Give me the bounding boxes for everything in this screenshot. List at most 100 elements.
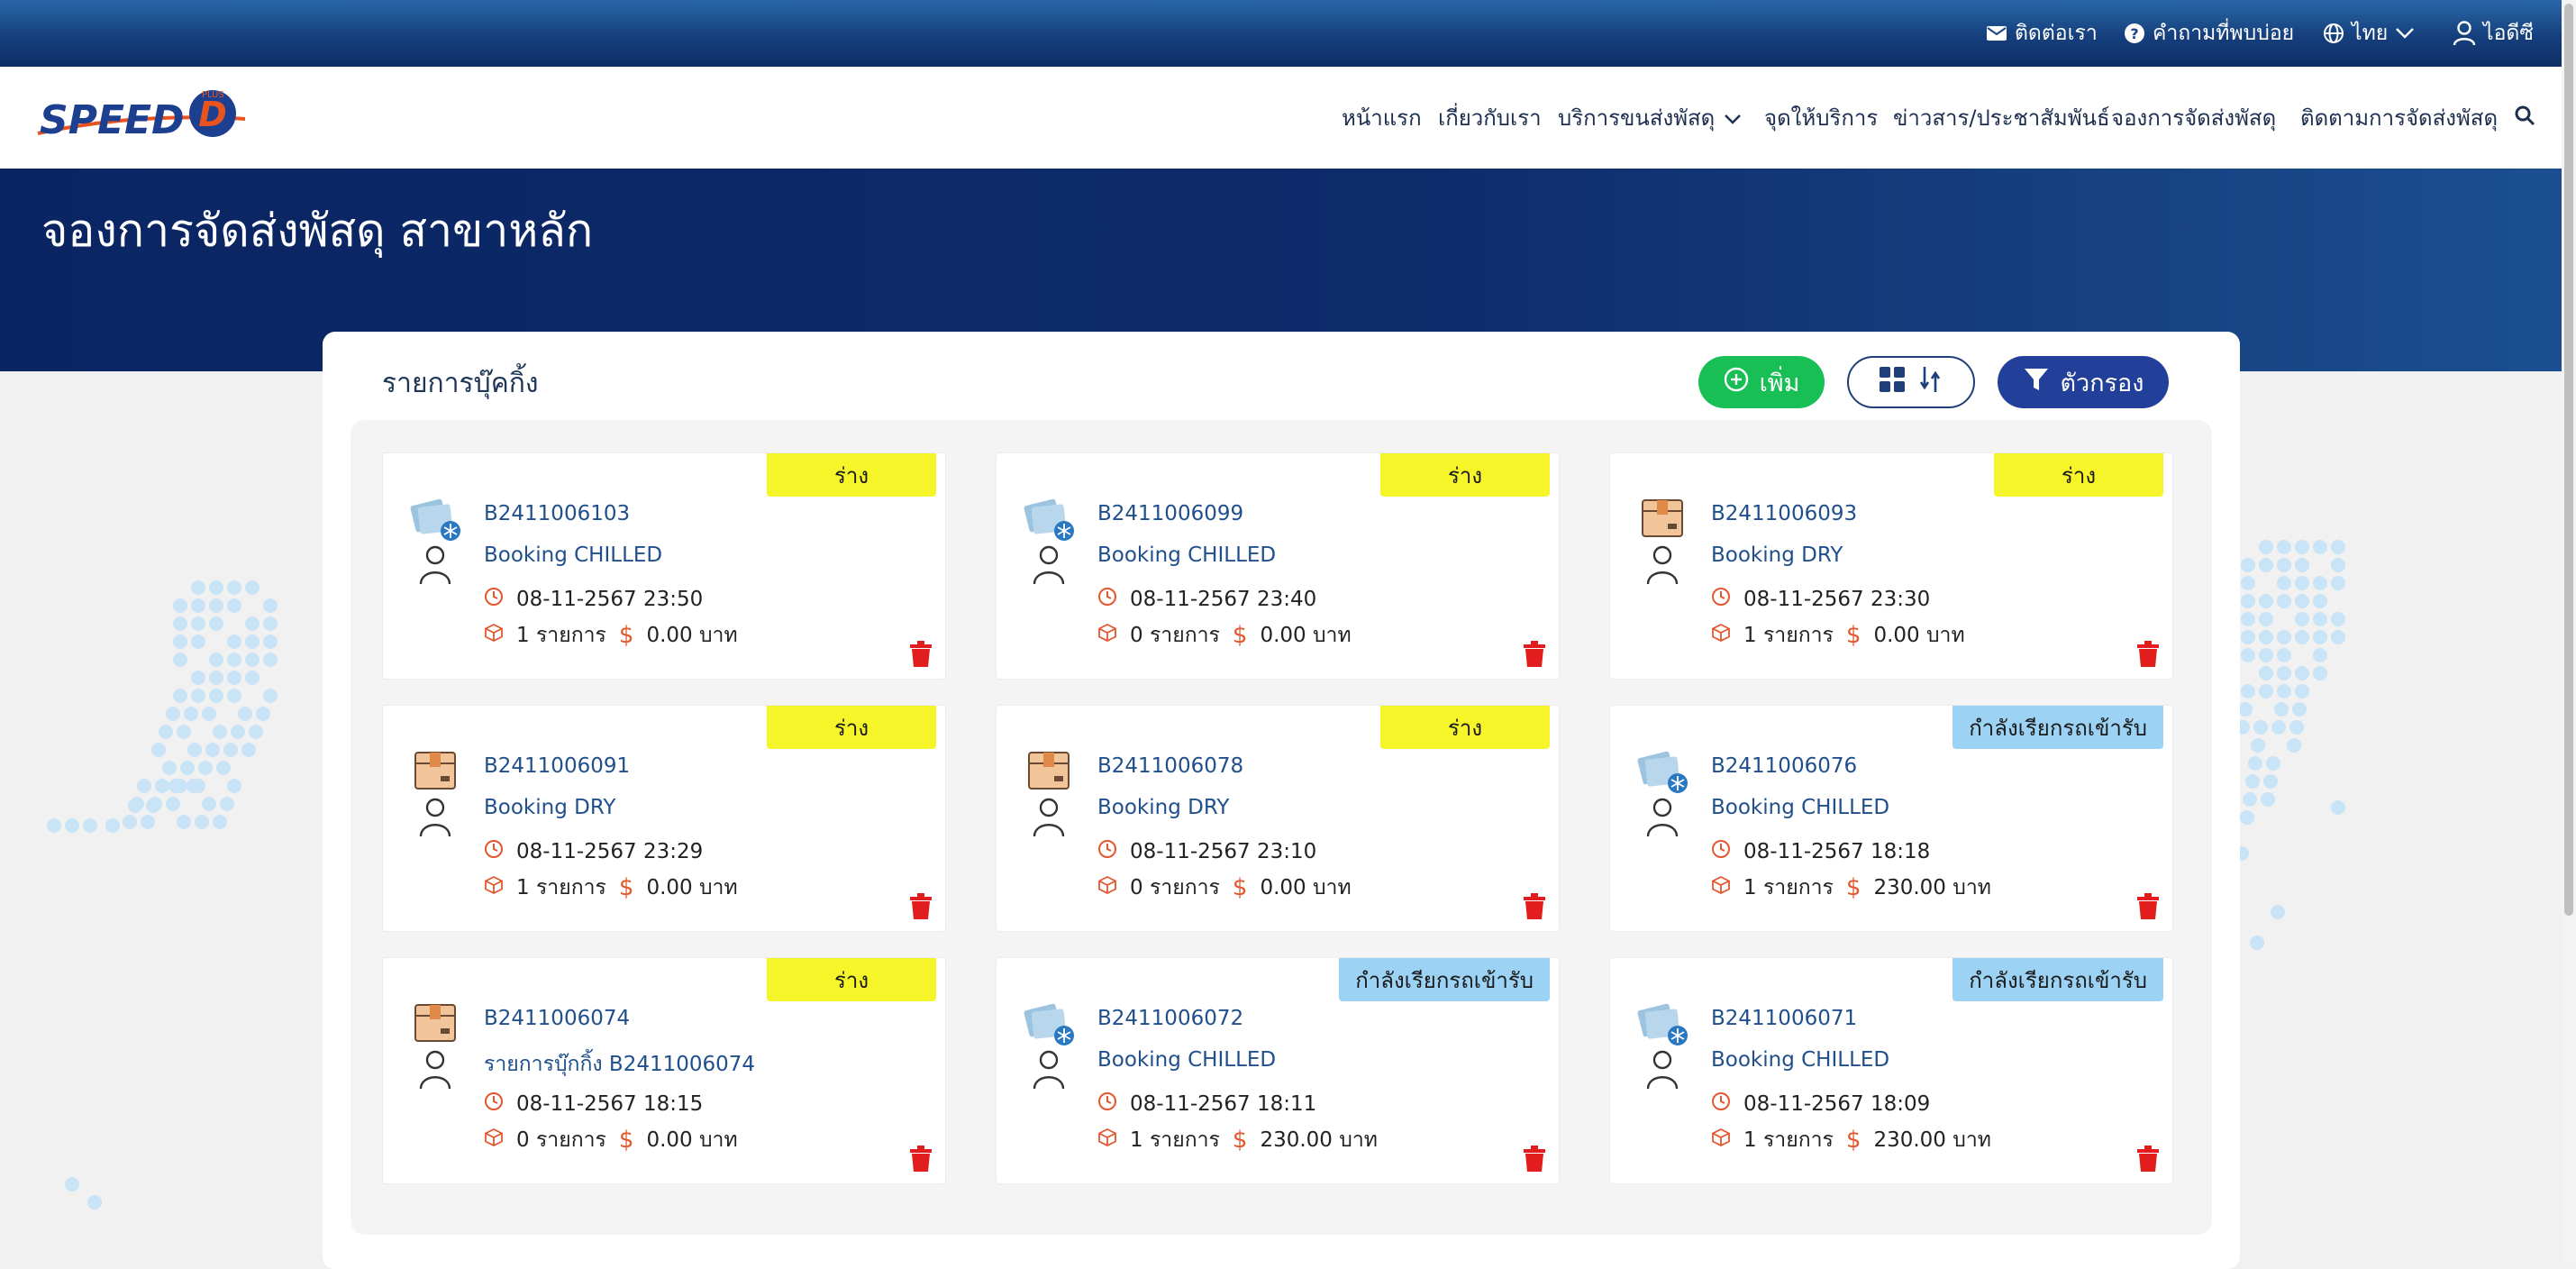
nav-home-label: หน้าแรก bbox=[1342, 105, 1422, 131]
nav-news[interactable]: ข่าวสาร/ประชาสัมพันธ์ bbox=[1893, 67, 2110, 169]
add-booking-label: เพิ่ม bbox=[1759, 369, 1800, 397]
booking-datetime-row: 08-11-2567 18:18 bbox=[1711, 839, 1930, 864]
chevron-down-icon bbox=[2395, 27, 2415, 40]
booking-datetime: 08-11-2567 23:50 bbox=[516, 588, 704, 611]
trash-icon bbox=[1523, 893, 1546, 924]
booking-summary-row: 0 รายการ $ 0.00 บาท bbox=[1097, 872, 1352, 904]
booking-card[interactable]: ร่าง B2411006093 Booking DRY 08-11-2567 … bbox=[1609, 452, 2173, 680]
booking-card[interactable]: ร่าง B2411006074 รายการบุ๊กกิ้ง B2411006… bbox=[382, 957, 946, 1184]
booking-datetime-row: 08-11-2567 23:50 bbox=[484, 587, 703, 612]
booking-number[interactable]: B2411006093 bbox=[1711, 502, 1857, 525]
svg-text:?: ? bbox=[2130, 25, 2138, 42]
delete-booking-button[interactable] bbox=[1523, 641, 1546, 668]
booking-card[interactable]: กำลังเรียกรถเข้ารับ B2411006071 Booking … bbox=[1609, 957, 2173, 1184]
booking-type: รายการบุ๊กกิ้ง B2411006074 bbox=[484, 1053, 756, 1076]
booking-number[interactable]: B2411006091 bbox=[484, 754, 630, 778]
booking-type: Booking DRY bbox=[1097, 796, 1230, 819]
booking-summary-row: 1 รายการ $ 230.00 บาท bbox=[1711, 1124, 1991, 1156]
booking-datetime: 08-11-2567 23:29 bbox=[516, 840, 704, 863]
box-icon bbox=[1711, 623, 1731, 648]
contact-link[interactable]: ติดต่อเรา bbox=[1986, 0, 2098, 67]
booking-card[interactable]: ร่าง B2411006099 Booking CHILLED 08-11-2… bbox=[996, 452, 1560, 680]
booking-datetime-row: 08-11-2567 18:15 bbox=[484, 1091, 703, 1117]
booking-number[interactable]: B2411006078 bbox=[1097, 754, 1243, 778]
trash-icon bbox=[1523, 641, 1546, 671]
nav-service-points-label: จุดให้บริการ bbox=[1764, 105, 1879, 131]
status-badge: กำลังเรียกรถเข้ารับ bbox=[1952, 706, 2163, 749]
booking-item-count: 1 รายการ bbox=[1743, 624, 1834, 647]
status-badge: ร่าง bbox=[1994, 453, 2163, 497]
booking-card[interactable]: ร่าง B2411006078 Booking DRY 08-11-2567 … bbox=[996, 705, 1560, 932]
booking-datetime: 08-11-2567 18:18 bbox=[1743, 840, 1931, 863]
booking-type: Booking CHILLED bbox=[1097, 1048, 1277, 1072]
nav-services[interactable]: บริการขนส่งพัสดุ bbox=[1558, 67, 1742, 169]
contact-label: ติดต่อเรา bbox=[2015, 22, 2098, 45]
chilled-package-icon bbox=[1637, 1000, 1688, 1090]
booking-amount: 230.00 บาท bbox=[1873, 1128, 1991, 1152]
booking-summary-row: 1 รายการ $ 230.00 บาท bbox=[1711, 872, 1991, 904]
booking-summary-row: 1 รายการ $ 0.00 บาท bbox=[1711, 619, 1965, 652]
dollar-icon: $ bbox=[1232, 622, 1248, 649]
nav-booking[interactable]: จองการจัดส่งพัสดุ bbox=[2111, 67, 2276, 169]
clock-icon bbox=[484, 1091, 504, 1117]
booking-number[interactable]: B2411006103 bbox=[484, 502, 630, 525]
booking-amount: 0.00 บาท bbox=[1260, 624, 1352, 647]
scrollbar-thumb[interactable] bbox=[2564, 4, 2573, 916]
logo-letter: D bbox=[198, 95, 227, 134]
booking-number[interactable]: B2411006072 bbox=[1097, 1007, 1243, 1030]
search-button[interactable] bbox=[2514, 67, 2535, 169]
speed-d-logo[interactable]: SPEED D PLUS bbox=[32, 87, 252, 146]
booking-item-count: 0 รายการ bbox=[516, 1128, 606, 1152]
delete-booking-button[interactable] bbox=[909, 641, 933, 668]
booking-number[interactable]: B2411006071 bbox=[1711, 1007, 1857, 1030]
dollar-icon: $ bbox=[1845, 1127, 1861, 1154]
nav-services-label: บริการขนส่งพัสดุ bbox=[1558, 105, 1716, 131]
sort-order-icon[interactable] bbox=[1916, 365, 1943, 400]
trash-icon bbox=[909, 893, 933, 924]
booking-number[interactable]: B2411006076 bbox=[1711, 754, 1857, 778]
filter-button[interactable]: ตัวกรอง bbox=[1998, 356, 2169, 408]
booking-card[interactable]: ร่าง B2411006103 Booking CHILLED 08-11-2… bbox=[382, 452, 946, 680]
delete-booking-button[interactable] bbox=[2136, 1146, 2160, 1173]
language-selector[interactable]: ไทย bbox=[2323, 0, 2415, 67]
delete-booking-button[interactable] bbox=[2136, 641, 2160, 668]
booking-summary-row: 1 รายการ $ 0.00 บาท bbox=[484, 619, 738, 652]
booking-amount: 0.00 บาท bbox=[1873, 624, 1965, 647]
delete-booking-button[interactable] bbox=[1523, 1146, 1546, 1173]
grid-view-icon[interactable] bbox=[1879, 366, 1906, 399]
booking-amount: 230.00 บาท bbox=[1260, 1128, 1378, 1152]
booking-number[interactable]: B2411006099 bbox=[1097, 502, 1243, 525]
clock-icon bbox=[1711, 1091, 1731, 1117]
booking-card[interactable]: กำลังเรียกรถเข้ารับ B2411006072 Booking … bbox=[996, 957, 1560, 1184]
booking-type: Booking CHILLED bbox=[1711, 1048, 1890, 1072]
clock-icon bbox=[1711, 587, 1731, 612]
booking-card[interactable]: กำลังเรียกรถเข้ารับ B2411006076 Booking … bbox=[1609, 705, 2173, 932]
add-booking-button[interactable]: เพิ่ม bbox=[1698, 356, 1825, 408]
chilled-package-icon bbox=[1024, 1000, 1074, 1090]
booking-number[interactable]: B2411006074 bbox=[484, 1007, 630, 1030]
delete-booking-button[interactable] bbox=[909, 1146, 933, 1173]
logo-wordmark: SPEED bbox=[40, 97, 185, 143]
nav-tracking[interactable]: ติดตามการจัดส่งพัสดุ bbox=[2300, 67, 2498, 169]
top-utility-bar: ติดต่อเรา ? คำถามที่พบบ่อย ไทย ไอดีซี bbox=[0, 0, 2562, 67]
nav-about[interactable]: เกี่ยวกับเรา bbox=[1438, 67, 1542, 169]
nav-news-label: ข่าวสาร/ประชาสัมพันธ์ bbox=[1893, 105, 2110, 131]
delete-booking-button[interactable] bbox=[2136, 893, 2160, 920]
faq-link[interactable]: ? คำถามที่พบบ่อย bbox=[2124, 0, 2294, 67]
box-icon bbox=[1097, 623, 1117, 648]
booking-summary-row: 0 รายการ $ 0.00 บาท bbox=[484, 1124, 738, 1156]
plus-circle-icon bbox=[1724, 367, 1749, 398]
nav-home[interactable]: หน้าแรก bbox=[1342, 67, 1422, 169]
booking-card[interactable]: ร่าง B2411006091 Booking DRY 08-11-2567 … bbox=[382, 705, 946, 932]
status-badge: ร่าง bbox=[767, 706, 936, 749]
box-icon bbox=[484, 1127, 504, 1153]
delete-booking-button[interactable] bbox=[909, 893, 933, 920]
user-menu[interactable]: ไอดีซี bbox=[2453, 0, 2534, 67]
dry-package-icon bbox=[410, 1000, 460, 1090]
delete-booking-button[interactable] bbox=[1523, 893, 1546, 920]
booking-item-count: 1 รายการ bbox=[516, 624, 606, 647]
view-sort-toggle[interactable] bbox=[1847, 356, 1975, 408]
status-badge: ร่าง bbox=[1380, 453, 1550, 497]
status-badge: ร่าง bbox=[767, 958, 936, 1001]
nav-service-points[interactable]: จุดให้บริการ bbox=[1764, 67, 1878, 169]
